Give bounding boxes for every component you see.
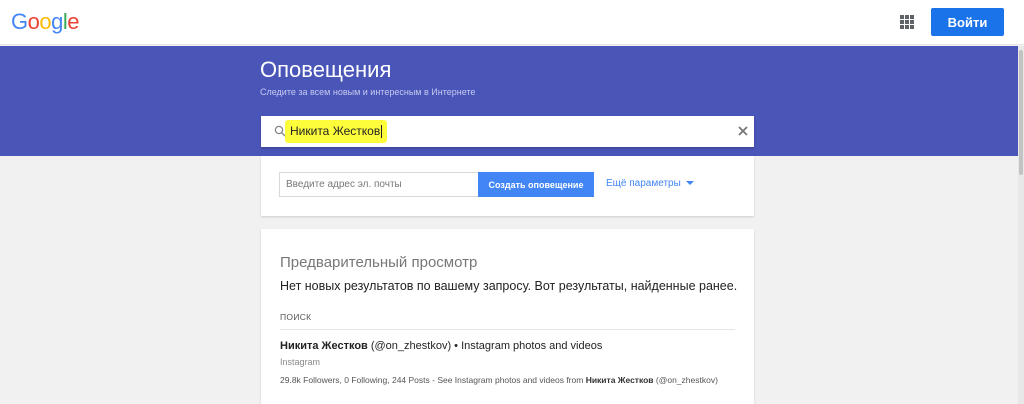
apps-grid-icon[interactable] [900, 15, 914, 29]
chevron-down-icon [685, 181, 694, 186]
result-snippet: 29.8k Followers, 0 Following, 244 Posts … [280, 373, 740, 388]
preview-card: Предварительный просмотр Нет новых резул… [261, 229, 754, 404]
close-icon[interactable] [736, 124, 750, 138]
result-snippet-name: Никита Жестков [585, 375, 654, 385]
page-subtitle: Следите за всем новым и интересным в Инт… [260, 87, 476, 97]
more-options-link[interactable]: Ещё параметры [606, 178, 694, 189]
result-snippet-post: (@on_zhestkov) [653, 375, 718, 385]
result-title-rest: (@on_zhestkov) • Instagram photos and vi… [367, 340, 603, 352]
signin-button[interactable]: Войти [931, 8, 1004, 36]
logo-letter: o [27, 9, 40, 34]
email-field[interactable] [279, 172, 478, 197]
create-alert-button[interactable]: Создать оповещение [478, 172, 594, 197]
google-logo[interactable]: Google [11, 9, 80, 35]
result-source: Instagram [280, 357, 321, 367]
result-title-link[interactable]: Никита Жестков (@on_zhestkov) • Instagra… [280, 340, 602, 352]
alert-query-box[interactable]: Никита Жестков [261, 116, 754, 147]
logo-letter: e [67, 9, 80, 34]
page-title: Оповещения [260, 57, 392, 82]
section-label-search: ПОИСК [280, 312, 312, 322]
divider [280, 329, 735, 330]
preview-message: Нет новых результатов по вашему запросу.… [280, 279, 738, 293]
alert-query-text: Никита Жестков [290, 124, 381, 138]
text-caret [381, 125, 383, 139]
result-snippet-pre: 29.8k Followers, 0 Following, 244 Posts … [280, 375, 586, 385]
preview-title: Предварительный просмотр [280, 254, 478, 271]
scrollbar-thumb[interactable] [1019, 50, 1023, 175]
logo-letter: G [11, 9, 28, 34]
top-bar: Google Войти [0, 0, 1024, 45]
logo-letter: o [39, 9, 52, 34]
create-alert-card: Создать оповещение Ещё параметры [261, 156, 754, 216]
alert-query-input[interactable]: Никита Жестков [285, 120, 388, 143]
more-options-label: Ещё параметры [606, 178, 681, 189]
logo-letter: g [51, 9, 63, 34]
result-title-name: Никита Жестков [280, 340, 368, 352]
